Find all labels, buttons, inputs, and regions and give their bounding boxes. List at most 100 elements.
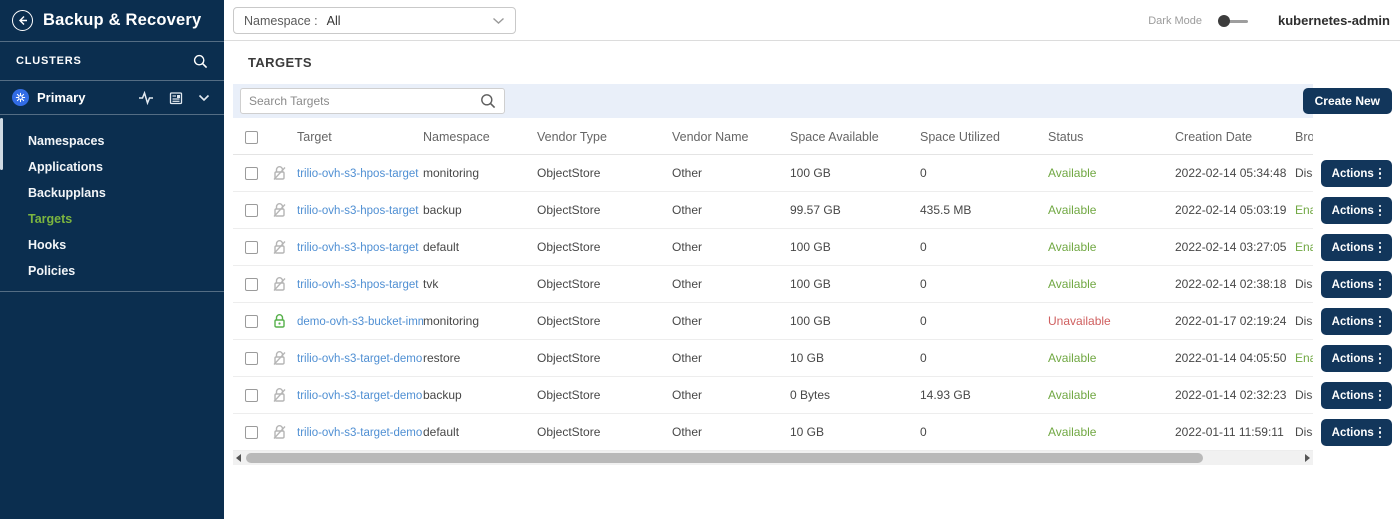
scroll-left-icon[interactable]	[236, 454, 241, 462]
target-link[interactable]: trilio-ovh-s3-hpos-target	[297, 242, 418, 254]
target-link[interactable]: trilio-ovh-s3-target-demo1	[297, 427, 423, 439]
cell-vendor-type: ObjectStore	[537, 351, 672, 365]
cell-space-utilized: 0	[920, 425, 1048, 439]
col-browsing: Browsing	[1295, 130, 1313, 144]
row-checkbox[interactable]	[245, 241, 258, 254]
col-namespace: Namespace	[423, 130, 537, 144]
row-checkbox[interactable]	[245, 352, 258, 365]
clusters-section-header: CLUSTERS	[0, 42, 224, 81]
target-link[interactable]: trilio-ovh-s3-hpos-target	[297, 205, 418, 217]
col-creation-date: Creation Date	[1175, 130, 1295, 144]
cell-creation-date: 2022-01-11 11:59:11	[1175, 425, 1295, 439]
target-link[interactable]: trilio-ovh-s3-hpos-target	[297, 279, 418, 291]
cell-vendor-type: ObjectStore	[537, 388, 672, 402]
row-checkbox[interactable]	[245, 167, 258, 180]
cluster-item-primary[interactable]: Primary	[0, 81, 224, 115]
cell-browsing: Disabled	[1295, 277, 1313, 291]
cell-space-available: 100 GB	[790, 240, 920, 254]
search-targets-input[interactable]	[249, 94, 480, 108]
cell-vendor-name: Other	[672, 351, 790, 365]
activity-icon[interactable]	[138, 91, 154, 105]
search-icon	[480, 93, 496, 109]
create-new-button[interactable]: Create New	[1303, 88, 1392, 114]
cell-vendor-name: Other	[672, 314, 790, 328]
immutability-lock-icon	[272, 165, 287, 181]
kebab-icon	[1379, 353, 1382, 365]
cell-space-utilized: 0	[920, 314, 1048, 328]
cell-namespace: monitoring	[423, 166, 537, 180]
cell-status: Available	[1048, 203, 1175, 217]
dark-mode-label: Dark Mode	[1148, 15, 1202, 27]
row-checkbox[interactable]	[245, 389, 258, 402]
namespace-select[interactable]: Namespace : All	[233, 7, 516, 34]
scroll-right-icon[interactable]	[1305, 454, 1310, 462]
sidebar-item-applications[interactable]: Applications	[0, 154, 224, 180]
target-link[interactable]: trilio-ovh-s3-target-demo1	[297, 390, 423, 402]
kubernetes-icon	[12, 89, 29, 106]
search-icon[interactable]	[193, 54, 208, 69]
immutability-lock-icon	[272, 350, 287, 366]
select-all-checkbox[interactable]	[245, 131, 258, 144]
cell-space-available: 100 GB	[790, 166, 920, 180]
row-actions-button[interactable]: Actions	[1321, 271, 1392, 298]
sidebar-item-backupplans[interactable]: Backupplans	[0, 180, 224, 206]
target-link[interactable]: trilio-ovh-s3-target-demo1	[297, 353, 423, 365]
cell-creation-date: 2022-01-17 02:19:24	[1175, 314, 1295, 328]
cell-vendor-type: ObjectStore	[537, 425, 672, 439]
target-link[interactable]: demo-ovh-s3-bucket-imm...	[297, 316, 423, 328]
chevron-down-icon[interactable]	[198, 94, 210, 102]
row-checkbox[interactable]	[245, 426, 258, 439]
cell-space-available: 0 Bytes	[790, 388, 920, 402]
cell-status: Available	[1048, 351, 1175, 365]
target-link[interactable]: trilio-ovh-s3-hpos-target	[297, 168, 418, 180]
cell-browsing: Disabled	[1295, 314, 1313, 328]
row-actions-button[interactable]: Actions	[1321, 382, 1392, 409]
sidebar-item-targets[interactable]: Targets	[0, 206, 224, 232]
cell-space-utilized: 0	[920, 351, 1048, 365]
immutability-lock-icon	[272, 202, 287, 218]
back-icon[interactable]	[12, 10, 33, 31]
row-actions-button[interactable]: Actions	[1321, 160, 1392, 187]
sidebar: Backup & Recovery CLUSTERS Primary Names…	[0, 0, 224, 519]
app-title: Backup & Recovery	[43, 11, 201, 30]
cell-namespace: backup	[423, 203, 537, 217]
row-checkbox[interactable]	[245, 315, 258, 328]
cell-vendor-type: ObjectStore	[537, 166, 672, 180]
sidebar-item-hooks[interactable]: Hooks	[0, 232, 224, 258]
immutability-lock-icon	[272, 424, 287, 440]
kebab-icon	[1379, 316, 1382, 328]
cell-browsing: Disabled	[1295, 166, 1313, 180]
sidebar-scrollbar[interactable]	[0, 118, 3, 170]
sidebar-header: Backup & Recovery	[0, 0, 224, 42]
scrollbar-thumb[interactable]	[246, 453, 1203, 463]
cell-creation-date: 2022-02-14 02:38:18	[1175, 277, 1295, 291]
row-actions-button[interactable]: Actions	[1321, 419, 1392, 446]
toggle-knob	[1218, 15, 1230, 27]
immutability-lock-icon	[272, 276, 287, 292]
report-icon[interactable]	[169, 91, 183, 105]
cell-space-available: 100 GB	[790, 314, 920, 328]
kebab-icon	[1379, 427, 1382, 439]
cell-namespace: tvk	[423, 277, 537, 291]
row-checkbox[interactable]	[245, 204, 258, 217]
immutability-lock-icon	[272, 239, 287, 255]
topbar: Namespace : All Dark Mode kubernetes-adm…	[224, 0, 1400, 41]
row-actions-button[interactable]: Actions	[1321, 197, 1392, 224]
sidebar-item-policies[interactable]: Policies	[0, 258, 224, 284]
cell-browsing: Enabled	[1295, 203, 1313, 217]
col-vendor-type: Vendor Type	[537, 130, 672, 144]
row-actions-button[interactable]: Actions	[1321, 234, 1392, 261]
clusters-label: CLUSTERS	[16, 55, 82, 67]
username: kubernetes-admin	[1278, 13, 1390, 28]
sidebar-item-namespaces[interactable]: Namespaces	[0, 128, 224, 154]
cell-space-utilized: 0	[920, 240, 1048, 254]
targets-table: Target Namespace Vendor Type Vendor Name…	[233, 120, 1313, 451]
cell-vendor-name: Other	[672, 425, 790, 439]
row-actions-button[interactable]: Actions	[1321, 308, 1392, 335]
row-checkbox[interactable]	[245, 278, 258, 291]
cell-status: Available	[1048, 388, 1175, 402]
table-row: trilio-ovh-s3-hpos-target default Object…	[233, 229, 1313, 266]
cell-vendor-type: ObjectStore	[537, 240, 672, 254]
dark-mode-toggle[interactable]	[1218, 14, 1250, 28]
row-actions-button[interactable]: Actions	[1321, 345, 1392, 372]
